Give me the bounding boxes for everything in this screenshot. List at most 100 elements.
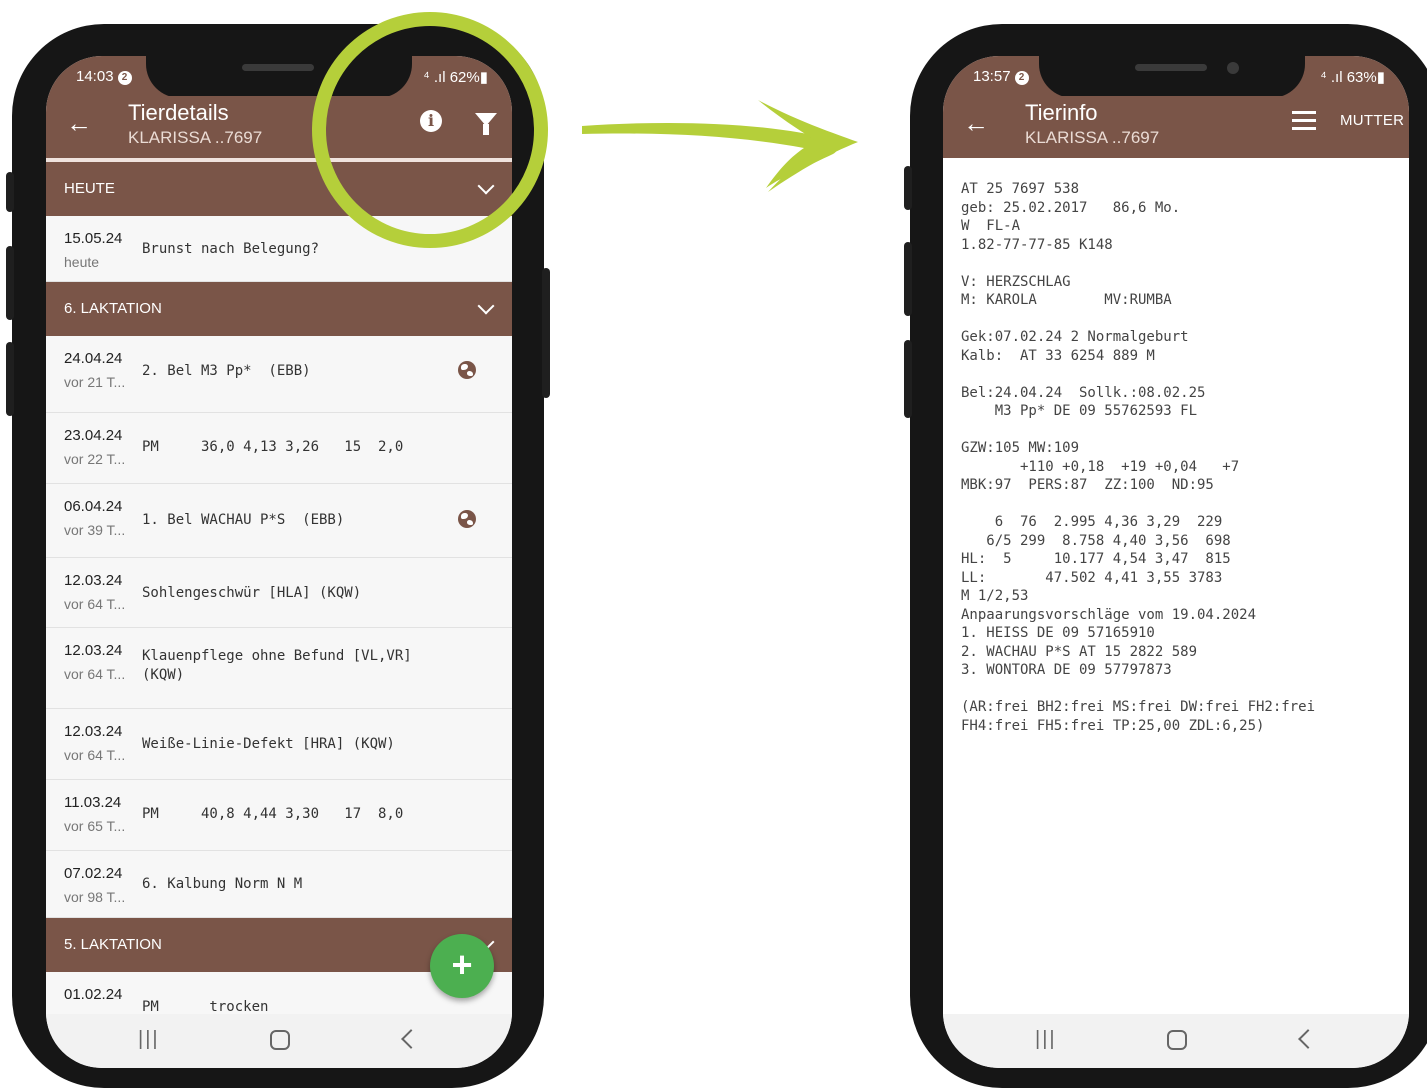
list-item[interactable]: 12.03.24 vor 64 T... Weiße-Linie-Defekt … bbox=[46, 709, 512, 780]
info-line: Anpaarungsvorschläge vom 19.04.2024 bbox=[961, 606, 1257, 623]
info-line: V: HERZSCHLAG bbox=[961, 273, 1071, 290]
speaker bbox=[1135, 64, 1207, 71]
list-item[interactable]: 23.04.24 vor 22 T... PM 36,0 4,13 3,26 1… bbox=[46, 413, 512, 484]
add-event-button[interactable]: + bbox=[430, 934, 494, 998]
event-text: 6. Kalbung Norm N M bbox=[142, 876, 303, 892]
list-icon-line bbox=[1292, 119, 1316, 122]
section-label: 5. LAKTATION bbox=[64, 936, 162, 953]
list-icon[interactable] bbox=[1292, 111, 1316, 131]
arrow-left-icon[interactable]: ← bbox=[66, 108, 92, 139]
info-line: 6 76 2.995 4,36 3,29 229 bbox=[961, 514, 1223, 530]
info-line: 3. WONTORA DE 09 57797873 bbox=[961, 662, 1172, 678]
info-line: Kalb: AT 33 6254 889 M bbox=[961, 347, 1155, 364]
info-line: MBK:97 PERS:87 ZZ:100 ND:95 bbox=[961, 477, 1214, 493]
event-text: 2. Bel M3 Pp* (EBB) bbox=[142, 363, 311, 379]
home-icon[interactable] bbox=[1167, 1030, 1187, 1050]
recents-icon[interactable]: ||| bbox=[138, 1028, 160, 1051]
android-nav-bar: ||| bbox=[46, 1014, 512, 1068]
list-item[interactable]: 06.04.24 vor 39 T... 1. Bel WACHAU P*S (… bbox=[46, 484, 512, 558]
info-line: LL: 47.502 4,41 3,55 3783 bbox=[961, 569, 1223, 586]
list-item[interactable]: 24.04.24 vor 21 T... 2. Bel M3 Pp* (EBB) bbox=[46, 336, 512, 413]
event-text: PM 36,0 4,13 3,26 15 2,0 bbox=[142, 439, 404, 455]
event-date: 07.02.24 bbox=[64, 865, 123, 882]
event-text: Weiße-Linie-Defekt [HRA] (KQW) bbox=[142, 736, 395, 752]
back-nav-icon[interactable] bbox=[1298, 1029, 1318, 1049]
recents-icon[interactable]: ||| bbox=[1035, 1028, 1057, 1051]
event-text: 1. Bel WACHAU P*S (EBB) bbox=[142, 512, 345, 528]
event-relative-date: vor 21 T... bbox=[64, 374, 126, 390]
status-time: 13:57 2 bbox=[973, 68, 1029, 85]
event-text: Sohlengeschwür [HLA] (KQW) bbox=[142, 585, 362, 601]
front-camera bbox=[1227, 62, 1239, 74]
event-date: 12.03.24 bbox=[64, 723, 123, 740]
event-text: Klauenpflege ohne Befund [VL,VR] (KQW) bbox=[142, 648, 412, 683]
info-line: 1.82-77-77-85 K148 bbox=[961, 236, 1113, 253]
phone-side-button bbox=[904, 340, 912, 418]
list-icon-line bbox=[1292, 127, 1316, 130]
event-date: 12.03.24 bbox=[64, 572, 123, 589]
highlight-circle bbox=[312, 12, 548, 248]
phone-side-button bbox=[6, 172, 14, 212]
event-text: PM 40,8 4,44 3,30 17 8,0 bbox=[142, 806, 404, 822]
list-item[interactable]: 11.03.24 vor 65 T... PM 40,8 4,44 3,30 1… bbox=[46, 780, 512, 851]
info-line: M: KAROLA MV:RUMBA bbox=[961, 292, 1172, 308]
status-signal-battery: ⁴ .ıl 63%▮ bbox=[1320, 69, 1385, 86]
notch bbox=[1039, 56, 1305, 98]
mutter-button[interactable]: MUTTER bbox=[1340, 112, 1404, 129]
event-date: 15.05.24 bbox=[64, 230, 123, 247]
page-title: Tierinfo bbox=[1025, 100, 1098, 125]
list-item[interactable]: 07.02.24 vor 98 T... 6. Kalbung Norm N M bbox=[46, 851, 512, 918]
event-date: 24.04.24 bbox=[64, 350, 123, 367]
event-date: 23.04.24 bbox=[64, 427, 123, 444]
phone-side-button bbox=[6, 246, 14, 320]
event-date: 12.03.24 bbox=[64, 642, 123, 659]
event-relative-date: vor 65 T... bbox=[64, 818, 126, 834]
arrow-left-icon[interactable]: ← bbox=[963, 108, 989, 139]
section-header-laktation-6[interactable]: 6. LAKTATION bbox=[46, 282, 512, 336]
event-relative-date: vor 64 T... bbox=[64, 596, 126, 612]
event-relative-date: vor 39 T... bbox=[64, 522, 126, 538]
section-label: 6. LAKTATION bbox=[64, 300, 162, 317]
list-item[interactable]: 12.03.24 vor 64 T... Sohlengeschwür [HLA… bbox=[46, 558, 512, 628]
event-text: Brunst nach Belegung? bbox=[142, 241, 320, 257]
page-title: Tierdetails bbox=[128, 100, 229, 125]
right-screen: 13:57 2 ⁴ .ıl 63%▮ ← Tierinfo KLARISSA ..… bbox=[943, 56, 1409, 1068]
home-icon[interactable] bbox=[270, 1030, 290, 1050]
phone-side-button bbox=[6, 342, 14, 416]
info-line: 1. HEISS DE 09 57165910 bbox=[961, 625, 1155, 641]
page-subtitle: KLARISSA ..7697 bbox=[128, 128, 263, 147]
event-date: 01.02.24 bbox=[64, 986, 123, 1003]
info-line: GZW:105 MW:109 bbox=[961, 440, 1080, 456]
globe-icon[interactable] bbox=[458, 361, 476, 379]
info-line: +110 +0,18 +19 +0,04 +7 bbox=[961, 458, 1240, 475]
event-date: 06.04.24 bbox=[64, 498, 123, 515]
page-subtitle: KLARISSA ..7697 bbox=[1025, 128, 1160, 147]
info-line: geb: 25.02.2017 86,6 Mo. bbox=[961, 199, 1181, 216]
animal-info-text: AT 25 7697 538 geb: 25.02.2017 86,6 Mo. W … bbox=[943, 158, 1409, 1014]
right-phone: 13:57 2 ⁴ .ıl 63%▮ ← Tierinfo KLARISSA ..… bbox=[904, 24, 1427, 1088]
chevron-down-icon[interactable] bbox=[477, 297, 495, 315]
info-line: 2. WACHAU P*S AT 15 2822 589 bbox=[961, 643, 1198, 660]
event-relative-date: vor 64 T... bbox=[64, 666, 126, 682]
globe-icon[interactable] bbox=[458, 510, 476, 528]
android-nav-bar: ||| bbox=[943, 1014, 1409, 1068]
info-line: M 1/2,53 bbox=[961, 588, 1029, 604]
info-line: Gek:07.02.24 2 Normalgeburt bbox=[961, 329, 1189, 345]
notification-badge: 2 bbox=[1014, 71, 1029, 85]
info-line: Bel:24.04.24 Sollk.:08.02.25 bbox=[961, 384, 1206, 401]
section-label: HEUTE bbox=[64, 180, 115, 197]
info-line: FH4:frei FH5:frei TP:25,00 ZDL:6,25) bbox=[961, 717, 1265, 734]
info-line: W FL-A bbox=[961, 218, 1021, 234]
phone-side-button bbox=[542, 268, 550, 398]
speaker bbox=[242, 64, 314, 71]
back-nav-icon[interactable] bbox=[401, 1029, 421, 1049]
event-relative-date: vor 22 T... bbox=[64, 451, 126, 467]
event-relative-date: vor 98 T... bbox=[64, 889, 126, 905]
info-line: (AR:frei BH2:frei MS:frei DW:frei FH2:fr… bbox=[961, 699, 1316, 715]
info-line: AT 25 7697 538 bbox=[961, 181, 1080, 197]
list-item[interactable]: 12.03.24 vor 64 T... Klauenpflege ohne B… bbox=[46, 628, 512, 709]
